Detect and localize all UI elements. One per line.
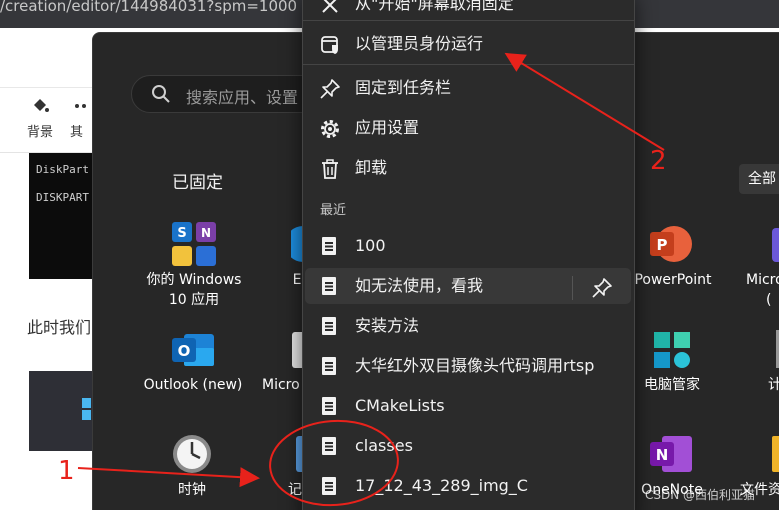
file-explorer-icon[interactable] (772, 436, 779, 472)
clock-icon[interactable] (172, 434, 212, 474)
recent-item-label: 大华红外双目摄像头代码调用rtsp (355, 356, 595, 375)
document-icon (322, 317, 336, 335)
recent-item[interactable]: 大华红外双目摄像头代码调用rtsp (305, 348, 631, 384)
recent-item-label: 如无法使用，看我 (355, 276, 484, 295)
ctx-unpin-start[interactable]: 从"开始"屏幕取消固定 (305, 0, 631, 22)
url-text: /creation/editor/144984031?spm=1000 (0, 0, 298, 15)
terminal-line: DISKPART (36, 191, 89, 204)
app-label-calculator: 计 (768, 377, 779, 393)
document-icon (322, 237, 336, 255)
svg-text:N: N (656, 446, 669, 464)
paint-bucket-icon (20, 96, 60, 118)
toolbar-divider (0, 87, 92, 88)
svg-text:P: P (657, 236, 668, 254)
ctx-pin-taskbar-label: 固定到任务栏 (355, 78, 452, 97)
powerpoint-icon[interactable]: P (650, 224, 692, 264)
trash-icon (322, 159, 338, 179)
recent-item[interactable]: classes (305, 428, 631, 464)
recent-item-label: 17_12_43_289_img_C (355, 476, 528, 495)
shield-admin-icon (321, 36, 338, 54)
search-placeholder: 搜索应用、设置 (186, 88, 299, 107)
document-icon (322, 277, 336, 295)
document-icon (322, 477, 336, 495)
recent-item[interactable]: CMakeLists (305, 388, 631, 424)
app-label-edge: E (292, 272, 302, 288)
microsoft-app-icon[interactable] (772, 228, 779, 262)
pin-icon (592, 278, 612, 298)
terminal-line: DiskPart (36, 163, 89, 176)
recent-item[interactable]: 如无法使用，看我 (305, 268, 631, 304)
document-icon (322, 357, 336, 375)
svg-text:N: N (201, 226, 211, 240)
ctx-app-settings[interactable]: 应用设置 (305, 110, 631, 146)
svg-text:S: S (177, 226, 186, 241)
ctx-divider (303, 20, 634, 21)
recent-section-title: 最近 (320, 203, 347, 218)
article-text: 此时我们 (27, 318, 92, 337)
recent-item-label: 安装方法 (355, 316, 420, 335)
app-label-microsoft: Micro ( (746, 272, 779, 308)
recent-item-label: classes (355, 436, 413, 455)
ctx-unpin-start-label: 从"开始"屏幕取消固定 (355, 0, 514, 13)
all-apps-button[interactable]: 全部 (739, 164, 779, 194)
app-label-clock: 时钟 (178, 482, 206, 498)
ctx-uninstall-label: 卸载 (355, 158, 388, 177)
pin-recent-button[interactable] (585, 274, 617, 302)
ctx-divider (303, 64, 634, 65)
toolbar-background-label: 背景 (26, 125, 53, 140)
pc-manager-icon[interactable] (652, 330, 692, 370)
ctx-run-as-admin[interactable]: 以管理员身份运行 (305, 26, 631, 62)
pin-divider (572, 276, 573, 300)
ctx-uninstall[interactable]: 卸载 (305, 150, 631, 186)
ctx-pin-taskbar[interactable]: 固定到任务栏 (305, 70, 631, 106)
app-label-microsoft-store: Micro (262, 377, 300, 393)
toolbar-background-button[interactable]: 背景 (20, 96, 60, 140)
recent-item[interactable]: 安装方法 (305, 308, 631, 344)
app-label-notepad: 记 (288, 482, 302, 498)
recent-item[interactable]: 17_12_43_289_img_C (305, 468, 631, 504)
ctx-app-settings-label: 应用设置 (355, 118, 420, 137)
onenote-icon[interactable]: N (650, 434, 692, 474)
unpin-icon (322, 0, 338, 13)
app-label-outlook: Outlook (new) (143, 377, 243, 393)
svg-text:O: O (178, 342, 191, 360)
pin-icon (320, 79, 340, 99)
recent-item-label: 100 (355, 236, 386, 255)
annotation-number-2: 2 (650, 146, 667, 176)
microsoft-store-icon[interactable] (292, 332, 306, 368)
ctx-run-as-admin-label: 以管理员身份运行 (355, 34, 484, 53)
outlook-icon[interactable]: O (172, 330, 214, 370)
gear-icon (321, 120, 339, 138)
document-icon (322, 397, 336, 415)
app-label-pc-manager: 电脑管家 (644, 377, 700, 393)
recent-item-label: CMakeLists (355, 396, 445, 415)
search-icon (152, 85, 170, 103)
windows-10-apps-icon[interactable]: S N (172, 222, 216, 266)
recent-item[interactable]: 100 (305, 228, 631, 264)
csdn-watermark: CSDN @西伯利亚猫 (645, 488, 756, 502)
terminal-screenshot: DiskPart DISKPART (29, 153, 92, 279)
annotation-number-1: 1 (58, 456, 75, 486)
document-icon (322, 437, 336, 455)
pinned-section-title: 已固定 (172, 173, 223, 193)
app-label-powerpoint: PowerPoint (634, 272, 712, 288)
app-label-windows10: 你的 Windows 10 应用 (146, 272, 242, 308)
